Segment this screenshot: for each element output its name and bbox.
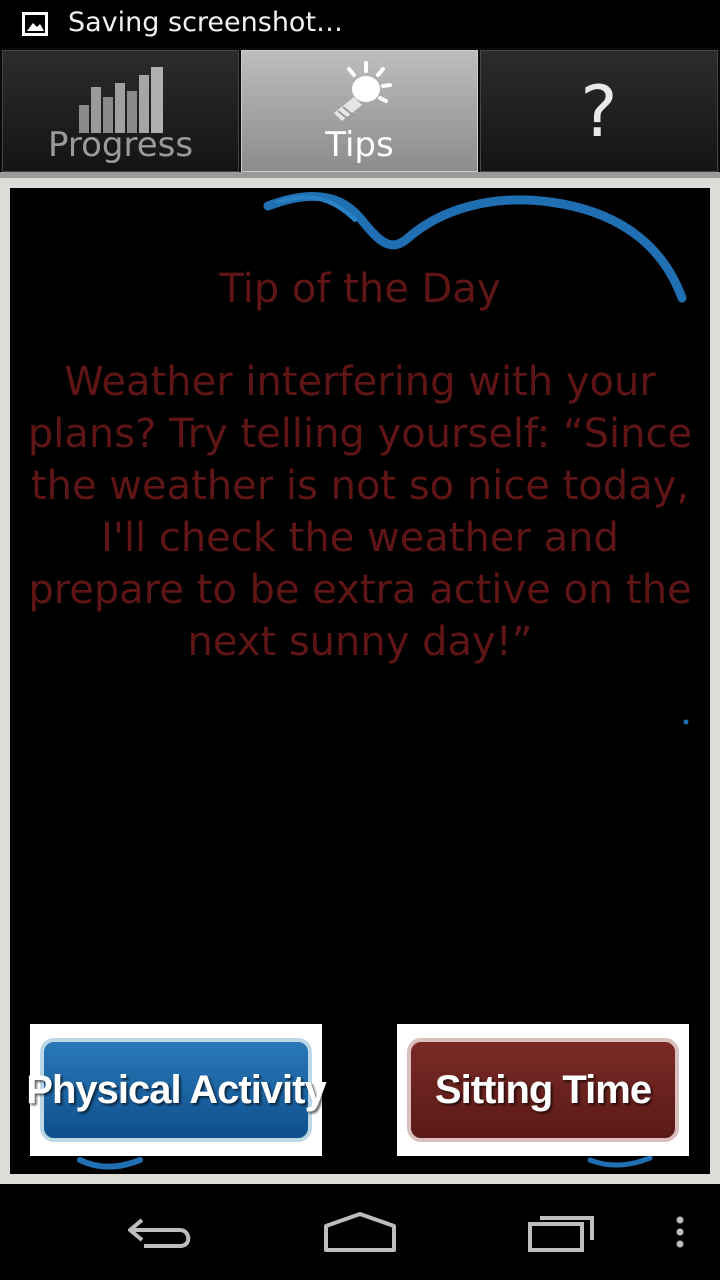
tip-title: Tip of the Day: [219, 266, 501, 312]
physical-activity-button[interactable]: Physical Activity: [26, 1024, 327, 1156]
back-icon[interactable]: [124, 1206, 196, 1260]
help-icon: ?: [580, 71, 618, 153]
tab-tips[interactable]: Tips: [241, 50, 478, 172]
content-frame: Tip of the Day Weather interfering with …: [0, 178, 720, 1184]
status-bar: Saving screenshot…: [0, 0, 720, 48]
lightbulb-icon: [328, 61, 398, 131]
tip-body: Weather interfering with your plans? Try…: [27, 359, 693, 665]
tab-tips-label: Tips: [325, 125, 394, 165]
sitting-time-button[interactable]: Sitting Time: [397, 1024, 689, 1156]
tab-bar: Progress Tips ?: [0, 48, 720, 174]
tab-progress-label: Progress: [47, 125, 194, 165]
recent-apps-icon[interactable]: [526, 1206, 598, 1260]
overflow-menu-icon[interactable]: [672, 1206, 688, 1260]
home-icon[interactable]: [322, 1206, 398, 1260]
system-nav-bar: [0, 1184, 720, 1280]
tab-progress[interactable]: Progress: [2, 50, 239, 172]
tip-panel: Tip of the Day Weather interfering with …: [10, 188, 710, 1174]
sitting-time-label: Sitting Time: [407, 1038, 679, 1142]
status-notification-text: Saving screenshot…: [68, 7, 344, 38]
image-notification-icon: [22, 12, 48, 36]
tab-help[interactable]: ?: [480, 50, 718, 172]
physical-activity-label: Physical Activity: [26, 1038, 327, 1142]
